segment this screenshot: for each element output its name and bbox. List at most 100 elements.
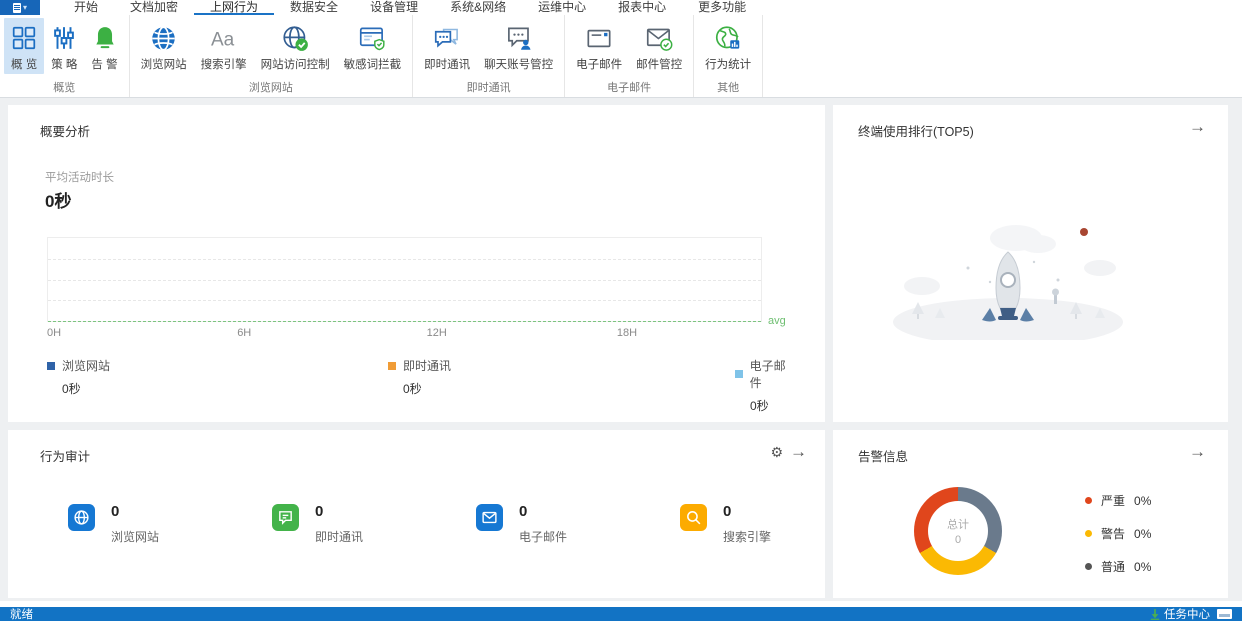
download-icon xyxy=(1150,608,1160,620)
donut-center: 总计 0 xyxy=(928,501,988,561)
chevron-down-icon: ▾ xyxy=(22,2,27,12)
legend-dot xyxy=(1085,563,1092,570)
tab-internet-behavior[interactable]: 上网行为 xyxy=(194,0,275,15)
envelope-icon xyxy=(585,22,613,54)
legend-label: 警告 xyxy=(1101,527,1126,541)
alarm-legend-normal: 普通 0% xyxy=(1085,558,1151,575)
ribbon-item-label: 邮件管控 xyxy=(636,59,683,71)
audit-stats: 0 浏览网站 0 即时通讯 0 电子邮件 0 搜索引擎 xyxy=(8,430,825,598)
tab-report-center[interactable]: 报表中心 xyxy=(602,0,682,15)
message-tray-icon[interactable] xyxy=(1217,609,1232,619)
globe-check-icon xyxy=(282,22,309,54)
legend-label: 浏览网站 xyxy=(62,359,111,373)
ribbon-item-label: 策 略 xyxy=(51,59,78,71)
status-ready-text: 就绪 xyxy=(10,609,33,621)
app-menu-button[interactable]: ▾ xyxy=(0,0,40,15)
ribbon-group-email: 电子邮件 邮件管控 电子邮件 xyxy=(565,15,695,97)
bell-icon xyxy=(92,22,118,54)
arrow-right-icon[interactable]: → xyxy=(1189,442,1206,462)
tab-system-network[interactable]: 系统&网络 xyxy=(434,0,522,15)
stat-label: 即时通讯 xyxy=(315,530,364,544)
tab-ops-center[interactable]: 运维中心 xyxy=(522,0,602,15)
arrow-right-icon[interactable]: → xyxy=(1189,117,1206,137)
gridline xyxy=(48,258,761,260)
ribbon-item-label: 搜索引擎 xyxy=(200,59,247,71)
ribbon-item-sensitive-word-block[interactable]: 敏感词拦截 xyxy=(337,18,409,74)
ribbon-item-label: 网站访问控制 xyxy=(260,59,330,71)
alarm-info-panel: 告警信息 → 总计 0 严重 0% 警告 0% 普通 0% xyxy=(833,430,1228,598)
mail-icon xyxy=(476,504,503,531)
search-icon xyxy=(680,504,707,531)
gridline xyxy=(48,300,761,302)
globe-stats-icon xyxy=(714,22,742,54)
ribbon-item-policy[interactable]: 策 略 xyxy=(44,18,84,74)
tab-more-features[interactable]: 更多功能 xyxy=(682,0,762,15)
stat-value: 0 xyxy=(111,503,120,520)
stat-value: 0 xyxy=(519,503,528,520)
legend-swatch xyxy=(47,361,55,370)
tab-start[interactable]: 开始 xyxy=(58,0,114,15)
avg-reference-line xyxy=(48,321,761,322)
ribbon-group-other: 行为统计 其他 xyxy=(694,15,764,97)
behavior-audit-panel: 行为审计 ⚙ → 0 浏览网站 0 即时通讯 0 电子邮件 0 搜索引擎 xyxy=(8,430,825,598)
panel-title: 概要分析 xyxy=(40,125,91,139)
ribbon-item-label: 浏览网站 xyxy=(140,59,187,71)
metric-value: 0秒 xyxy=(45,192,72,211)
ribbon-group-caption: 概览 xyxy=(53,82,76,94)
ribbon-group-caption: 浏览网站 xyxy=(248,82,293,94)
ribbon-item-email-control[interactable]: 邮件管控 xyxy=(629,18,689,74)
tab-data-security[interactable]: 数据安全 xyxy=(274,0,354,15)
ribbon-item-behavior-stats[interactable]: 行为统计 xyxy=(698,18,758,74)
alarm-donut: 总计 0 xyxy=(914,487,1002,575)
legend-item-im[interactable]: 即时通讯 0秒 xyxy=(388,357,451,397)
audit-stat-browse: 0 浏览网站 xyxy=(68,504,159,545)
globe-icon xyxy=(150,22,177,54)
ribbon-item-alert[interactable]: 告 警 xyxy=(84,18,124,74)
dashboard: 概要分析 平均活动时长 0秒 avg 0H 6H 12H 18H 浏览网站 0秒… xyxy=(0,98,1242,601)
legend-label: 即时通讯 xyxy=(403,359,452,373)
sliders-icon xyxy=(51,22,77,54)
x-tick: 6H xyxy=(237,327,252,339)
ribbon-item-browse-websites[interactable]: 浏览网站 xyxy=(134,18,194,74)
ribbon-item-overview[interactable]: 概 览 xyxy=(4,18,45,74)
stat-label: 浏览网站 xyxy=(111,530,160,544)
ribbon-item-label: 告 警 xyxy=(91,59,118,71)
status-bar: 就绪 任务中心 xyxy=(0,607,1242,621)
ribbon-group-caption: 即时通讯 xyxy=(466,82,511,94)
legend-label: 电子邮件 xyxy=(749,359,786,390)
globe-icon xyxy=(68,504,95,531)
task-center-button[interactable]: 任务中心 xyxy=(1150,606,1210,621)
ribbon-item-search-engine[interactable]: Aa 搜索引擎 xyxy=(194,18,254,74)
ribbon-item-chat-account-control[interactable]: 聊天账号管控 xyxy=(477,18,560,74)
tab-doc-encryption[interactable]: 文档加密 xyxy=(114,0,194,15)
ribbon-group-caption: 其他 xyxy=(717,82,740,94)
legend-pct: 0% xyxy=(1134,526,1152,541)
envelope-check-icon xyxy=(645,22,673,54)
legend-dot xyxy=(1085,497,1092,504)
ribbon-group-overview: 概 览 策 略 告 警 概览 xyxy=(0,15,130,97)
task-center-label: 任务中心 xyxy=(1164,609,1210,621)
legend-item-browse[interactable]: 浏览网站 0秒 xyxy=(47,357,110,397)
x-tick: 0H xyxy=(47,327,62,339)
tab-device-management[interactable]: 设备管理 xyxy=(354,0,434,15)
terminal-rank-panel: 终端使用排行(TOP5) → xyxy=(833,105,1228,422)
legend-item-email[interactable]: 电子邮件 0秒 xyxy=(735,357,795,414)
metric-label: 平均活动时长 xyxy=(45,172,114,184)
x-tick: 12H xyxy=(426,327,447,339)
empty-state-rocket-illustration xyxy=(888,210,1128,340)
ribbon-item-label: 敏感词拦截 xyxy=(343,59,402,71)
ribbon-item-email[interactable]: 电子邮件 xyxy=(569,18,629,74)
summary-panel: 概要分析 平均活动时长 0秒 avg 0H 6H 12H 18H 浏览网站 0秒… xyxy=(8,105,825,422)
legend-label: 普通 xyxy=(1101,560,1126,574)
legend-swatch xyxy=(388,361,396,370)
audit-stat-email: 0 电子邮件 xyxy=(476,504,567,545)
stat-label: 电子邮件 xyxy=(519,530,568,544)
alarm-legend-warning: 警告 0% xyxy=(1085,525,1151,542)
ribbon-item-instant-messaging[interactable]: 即时通讯 xyxy=(417,18,477,74)
audit-stat-im: 0 即时通讯 xyxy=(272,504,363,545)
ribbon-item-website-access-control[interactable]: 网站访问控制 xyxy=(254,18,337,74)
gridline xyxy=(48,279,761,281)
stat-value: 0 xyxy=(723,503,732,520)
x-tick: 18H xyxy=(616,327,638,339)
aa-text-icon: Aa xyxy=(209,22,239,54)
